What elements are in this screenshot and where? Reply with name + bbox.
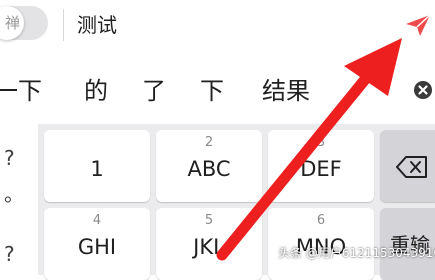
candidate-item[interactable]: 下 (200, 76, 224, 106)
key-sub-label: 3 (316, 135, 326, 150)
key-main-label: GHI (77, 235, 117, 259)
clear-candidates-icon[interactable] (413, 80, 433, 100)
input-text-field[interactable]: 测试 (77, 12, 117, 38)
key-main-label: ABC (187, 157, 231, 181)
candidate-item[interactable]: 了 (142, 76, 166, 106)
key-1[interactable]: 1 (44, 130, 150, 202)
candidate-bar: 一下 的 了 下 结果 (0, 52, 435, 124)
key-abc[interactable]: 2 ABC (156, 130, 262, 202)
input-divider (63, 9, 64, 41)
key-main-label: JKL (193, 235, 225, 259)
delete-key[interactable] (380, 130, 435, 202)
punctuation-key[interactable]: 。 (4, 178, 24, 207)
send-icon[interactable] (404, 12, 432, 38)
candidate-item[interactable]: 一下 (0, 76, 42, 106)
key-main-label: 1 (90, 157, 104, 181)
punctuation-key[interactable]: ? (4, 242, 15, 266)
key-def[interactable]: 3 DEF (268, 130, 374, 202)
input-bar: 禅 测试 (0, 0, 435, 52)
candidate-item[interactable]: 结果 (262, 76, 310, 106)
key-sub-label: 2 (204, 135, 214, 150)
key-main-label: DEF (300, 157, 342, 181)
key-sub-label: 6 (316, 213, 326, 228)
watermark: 头条 @用户6121153043916 (278, 246, 435, 260)
key-sub-label: 4 (92, 213, 102, 228)
key-jkl[interactable]: 5 JKL (156, 208, 262, 280)
candidate-item[interactable]: 的 (84, 76, 108, 106)
punctuation-key[interactable]: ? (4, 146, 15, 170)
key-sub-label: 5 (204, 213, 214, 228)
backspace-icon (396, 156, 427, 178)
punctuation-column[interactable]: ? 。 ? (0, 124, 38, 275)
key-ghi[interactable]: 4 GHI (44, 208, 150, 280)
